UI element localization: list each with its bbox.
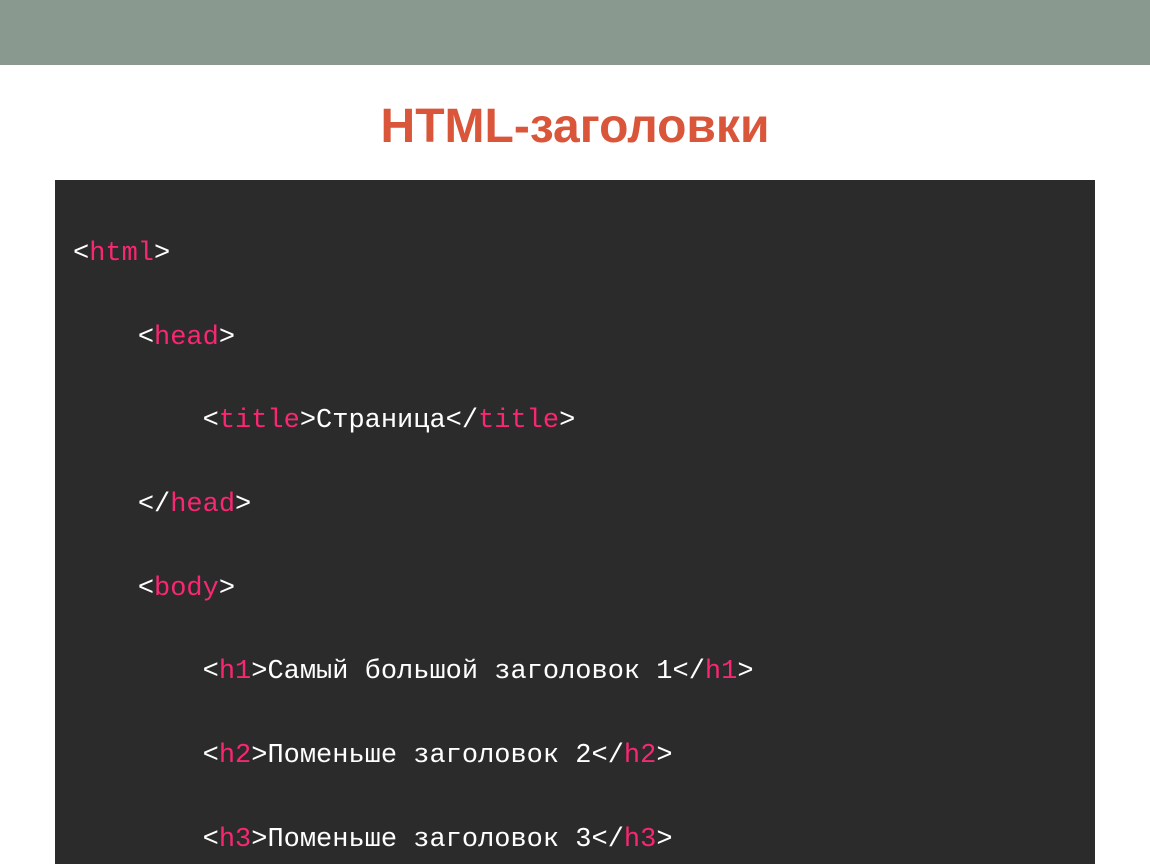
tag-head-close: head [170, 490, 235, 520]
code-line: <head> [73, 318, 1077, 360]
code-line: <html> [73, 234, 1077, 276]
h3-text: Поменьше заголовок 3 [267, 825, 591, 855]
code-line: <title>Страница</title> [73, 401, 1077, 443]
h1-text: Самый большой заголовок 1 [267, 657, 672, 687]
tag-h3-open: h3 [219, 825, 251, 855]
code-line: <h1>Самый большой заголовок 1</h1> [73, 652, 1077, 694]
code-line: <h2>Поменьше заголовок 2</h2> [73, 736, 1077, 778]
tag-html-open: html [89, 239, 154, 269]
code-line: <body> [73, 569, 1077, 611]
title-text: Страница [316, 406, 446, 436]
tag-head-open: head [154, 323, 219, 353]
tag-h1-open: h1 [219, 657, 251, 687]
h2-text: Поменьше заголовок 2 [267, 741, 591, 771]
tag-h2-open: h2 [219, 741, 251, 771]
tag-title-open: title [219, 406, 300, 436]
tag-h3-close: h3 [624, 825, 656, 855]
tag-h2-close: h2 [624, 741, 656, 771]
code-editor[interactable]: <html> <head> <title>Страница</title> </… [55, 180, 1095, 864]
tag-title-close: title [478, 406, 559, 436]
top-bar [0, 0, 1150, 65]
code-line: </head> [73, 485, 1077, 527]
tag-h1-close: h1 [705, 657, 737, 687]
tag-body-open: body [154, 574, 219, 604]
page-title: HTML-заголовки [0, 99, 1150, 154]
code-line: <h3>Поменьше заголовок 3</h3> [73, 820, 1077, 862]
